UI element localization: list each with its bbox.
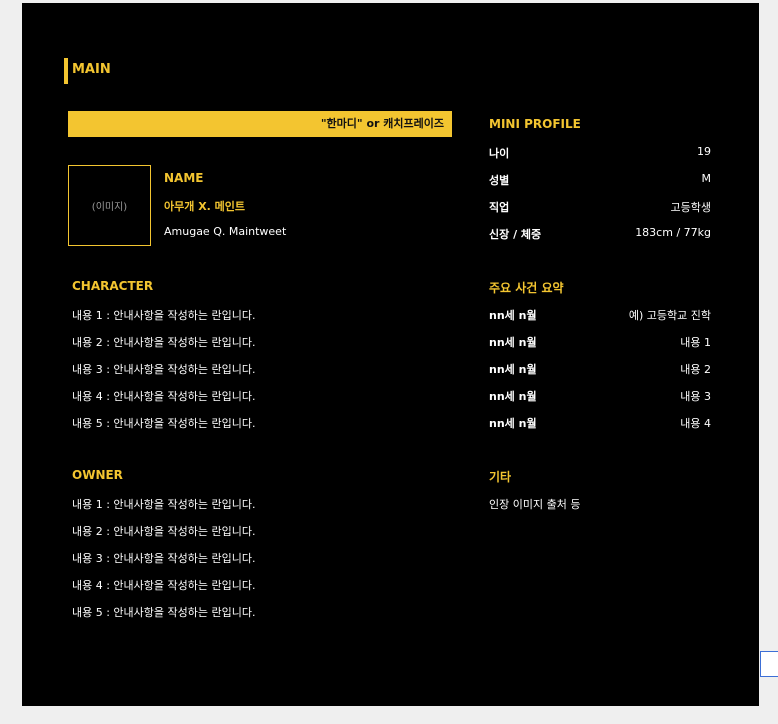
- event-desc: 내용 3: [680, 390, 711, 403]
- owner-item: 내용 2 : 안내사항을 작성하는 란입니다.: [72, 525, 256, 538]
- event-row: nn세 n월 내용 4: [489, 415, 711, 431]
- character-item: 내용 5 : 안내사항을 작성하는 란입니다.: [72, 417, 256, 430]
- profile-image-placeholder: (이미지): [68, 165, 151, 246]
- mini-profile-row: 성별 M: [489, 172, 711, 188]
- event-date: nn세 n월: [489, 336, 537, 349]
- owner-item: 내용 5 : 안내사항을 작성하는 란입니다.: [72, 606, 256, 619]
- event-desc: 내용 4: [680, 417, 711, 430]
- mini-profile-key: 나이: [489, 147, 510, 160]
- mini-profile-value: 183cm / 77kg: [635, 226, 711, 239]
- owner-item: 내용 3 : 안내사항을 작성하는 란입니다.: [72, 552, 256, 565]
- catchphrase-banner: "한마디" or 캐치프레이즈: [68, 111, 452, 137]
- name-heading: NAME: [164, 171, 204, 185]
- event-row: nn세 n월 내용 2: [489, 361, 711, 377]
- mini-profile-value: 고등학생: [670, 201, 711, 214]
- event-desc: 예) 고등학교 진학: [628, 309, 711, 322]
- etc-text: 인장 이미지 출처 등: [489, 498, 581, 511]
- mini-profile-key: 신장 / 체중: [489, 228, 542, 241]
- name-english: Amugae Q. Maintweet: [164, 225, 287, 238]
- character-title: CHARACTER: [72, 279, 154, 293]
- event-desc: 내용 1: [680, 336, 711, 349]
- event-desc: 내용 2: [680, 363, 711, 376]
- owner-item: 내용 4 : 안내사항을 작성하는 란입니다.: [72, 579, 256, 592]
- mini-profile-value: M: [701, 172, 712, 185]
- character-item: 내용 1 : 안내사항을 작성하는 란입니다.: [72, 309, 256, 322]
- main-title: MAIN: [72, 62, 111, 77]
- mini-profile-key: 직업: [489, 201, 510, 214]
- profile-panel: [22, 3, 759, 706]
- event-row: nn세 n월 예) 고등학교 진학: [489, 307, 711, 323]
- mini-profile-key: 성별: [489, 174, 510, 187]
- event-date: nn세 n월: [489, 363, 537, 376]
- image-placeholder-label: (이미지): [91, 202, 128, 213]
- character-item: 내용 2 : 안내사항을 작성하는 란입니다.: [72, 336, 256, 349]
- mini-profile-row: 나이 19: [489, 145, 711, 161]
- mini-profile-row: 직업 고등학생: [489, 199, 711, 215]
- mini-profile-title: MINI PROFILE: [489, 117, 581, 131]
- event-row: nn세 n월 내용 1: [489, 334, 711, 350]
- event-date: nn세 n월: [489, 309, 537, 322]
- character-item: 내용 3 : 안내사항을 작성하는 란입니다.: [72, 363, 256, 376]
- event-date: nn세 n월: [489, 417, 537, 430]
- etc-title: 기타: [489, 470, 512, 484]
- event-row: nn세 n월 내용 3: [489, 388, 711, 404]
- event-date: nn세 n월: [489, 390, 537, 403]
- name-korean: 아무개 X. 메인트: [164, 200, 246, 213]
- character-item: 내용 4 : 안내사항을 작성하는 란입니다.: [72, 390, 256, 403]
- main-accent-bar: [64, 58, 68, 84]
- events-title: 주요 사건 요약: [489, 281, 564, 295]
- mini-profile-value: 19: [697, 145, 711, 158]
- selection-handle[interactable]: [760, 651, 778, 677]
- owner-item: 내용 1 : 안내사항을 작성하는 란입니다.: [72, 498, 256, 511]
- mini-profile-row: 신장 / 체중 183cm / 77kg: [489, 226, 711, 242]
- owner-title: OWNER: [72, 468, 123, 482]
